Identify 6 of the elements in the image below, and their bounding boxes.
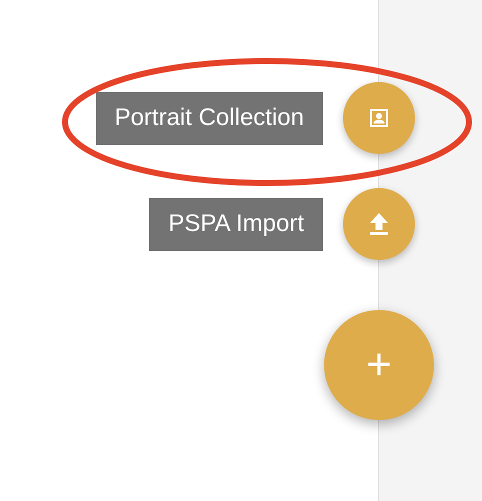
action-button[interactable] <box>343 82 415 154</box>
upload-icon <box>367 211 391 237</box>
portrait-icon <box>367 106 391 130</box>
action-label[interactable]: Portrait Collection <box>96 92 323 144</box>
action-button[interactable] <box>343 188 415 260</box>
action-label[interactable]: PSPA Import <box>149 198 323 250</box>
